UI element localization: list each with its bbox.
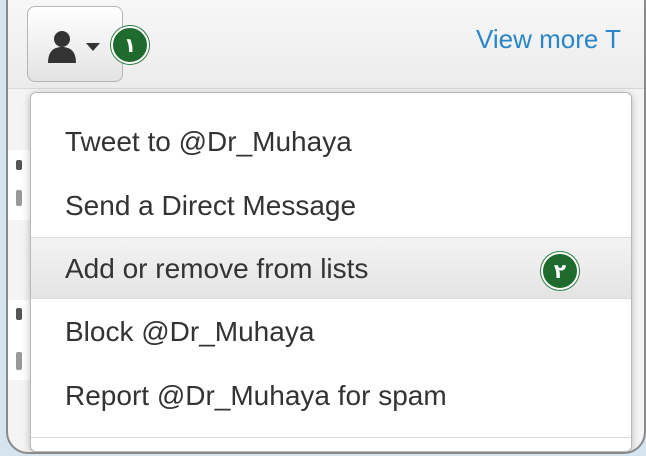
profile-actions-menu: Tweet to @Dr_Muhaya Send a Direct Messag… <box>30 92 632 452</box>
menu-item-block[interactable]: Block @Dr_Muhaya <box>31 301 631 363</box>
timeline-background <box>8 300 32 380</box>
menu-item-label: Add or remove from lists <box>65 253 369 284</box>
timeline-mark <box>16 308 22 320</box>
menu-item-add-remove-lists[interactable]: Add or remove from lists ٢ <box>31 237 631 299</box>
caret-down-icon <box>86 43 100 51</box>
view-more-link[interactable]: View more T <box>476 24 621 55</box>
menu-item-direct-message[interactable]: Send a Direct Message <box>31 175 631 237</box>
menu-item-label: Report @Dr_Muhaya for spam <box>65 380 447 411</box>
step-badge-1: ١ <box>111 26 149 64</box>
timeline-mark <box>16 352 22 370</box>
person-icon <box>48 31 100 63</box>
menu-item-tweet-to[interactable]: Tweet to @Dr_Muhaya <box>31 111 631 173</box>
menu-divider <box>31 437 631 438</box>
window-frame: ١ View more T Tweet to @Dr_Muhaya Send a… <box>6 0 646 454</box>
menu-item-label: Tweet to @Dr_Muhaya <box>65 126 352 157</box>
profile-actions-button[interactable] <box>27 6 123 82</box>
timeline-background <box>8 150 32 220</box>
timeline-mark <box>16 190 22 206</box>
timeline-mark <box>16 160 22 170</box>
menu-item-label: Block @Dr_Muhaya <box>65 316 315 347</box>
step-badge-2: ٢ <box>541 252 579 290</box>
profile-header: ١ View more T <box>8 0 644 89</box>
menu-item-label: Send a Direct Message <box>65 190 357 221</box>
menu-item-report-spam[interactable]: Report @Dr_Muhaya for spam <box>31 365 631 427</box>
